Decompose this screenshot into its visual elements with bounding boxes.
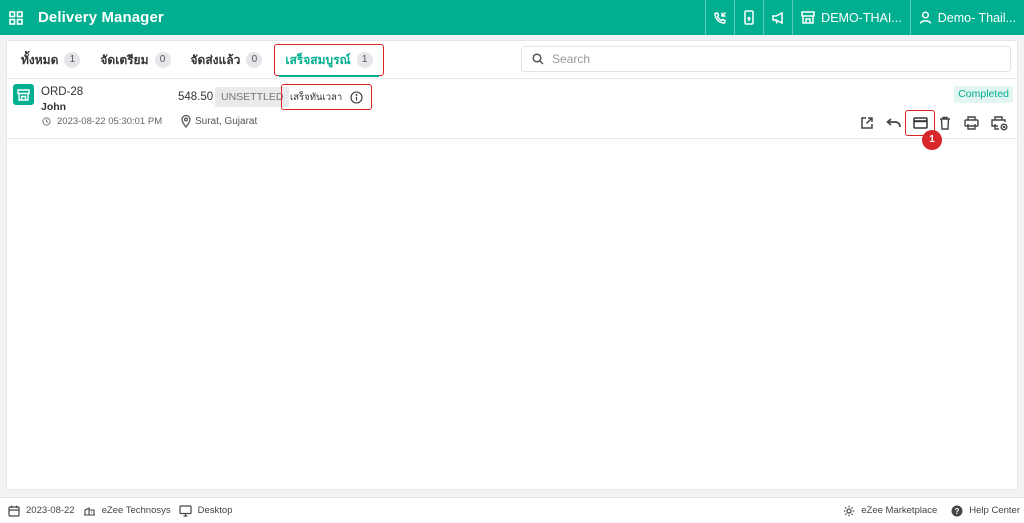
order-id: ORD-28 [41,86,84,98]
tab-label: จัดส่งแล้ว [190,52,241,67]
user-icon [919,11,931,24]
order-row[interactable]: ORD-28 John 2023-08-22 05:30:01 PM 548.5… [7,79,1017,150]
gear-icon [844,505,855,516]
property-selector[interactable]: DEMO-THAI... [792,0,910,35]
orders-panel: ทั้งหมด 1 จัดเตรียม 0 จัดส่งแล้ว 0 เสร็จ… [6,40,1018,490]
mobile-order-button[interactable] [734,0,763,35]
tab-count: 1 [356,52,373,68]
user-menu[interactable]: Demo- Thail... [909,0,1024,35]
desktop-icon [179,504,192,517]
footer-date: 2023-08-22 [8,505,75,517]
apps-grid-icon[interactable] [0,0,32,35]
mobile-order-icon [744,10,754,25]
footer-date-text: 2023-08-22 [26,505,75,516]
help-center-text: Help Center [969,505,1020,516]
phone-call-button[interactable] [705,0,734,35]
user-label: Demo- Thail... [937,10,1016,25]
card-icon [912,117,928,129]
print-settings-button[interactable] [989,113,1009,133]
footer-company: eZee Technosys [83,505,171,516]
search-input[interactable] [552,52,992,66]
delivery-status-text: เสร็จทันเวลา [290,91,343,103]
search-icon [532,53,544,65]
announcement-button[interactable] [763,0,792,35]
order-timestamp: 2023-08-22 05:30:01 PM [42,116,162,127]
status-footer: 2023-08-22 eZee Technosys Desktop eZee M… [0,497,1024,523]
tab-count: 0 [246,52,263,68]
order-location: Surat, Gujarat [181,115,257,128]
megaphone-icon [771,11,783,24]
svg-text:?: ? [955,507,960,516]
order-status-badge: Completed [954,86,1013,103]
marketplace-text: eZee Marketplace [861,505,938,516]
tab-label: ทั้งหมด [21,52,59,67]
footer-device-text: Desktop [197,505,233,516]
footer-device: Desktop [179,504,233,517]
search-box [521,46,1011,72]
tab-dispatched[interactable]: จัดส่งแล้ว 0 [185,44,269,76]
tab-all[interactable]: ทั้งหมด 1 [15,44,86,76]
status-tabs: ทั้งหมด 1 จัดเตรียม 0 จัดส่งแล้ว 0 เสร็จ… [7,41,384,79]
step-badge: 1 [922,130,942,150]
undo-button[interactable] [884,113,904,133]
open-order-button[interactable] [857,113,877,133]
print-button[interactable] [961,113,981,133]
company-icon [83,507,95,516]
tab-count: 1 [64,52,81,68]
tab-label: จัดเตรียม [100,52,149,67]
top-bar: Delivery Manager DEMO-THAI... Demo- Thai… [0,0,1024,35]
tab-preparing[interactable]: จัดเตรียม 0 [94,44,176,76]
property-label: DEMO-THAI... [821,10,902,25]
undo-icon [886,118,901,128]
store-icon [801,11,815,24]
tab-label: เสร็จสมบูรณ์ [285,52,351,67]
timestamp-text: 2023-08-22 05:30:01 PM [57,116,163,127]
tab-completed[interactable]: เสร็จสมบูรณ์ 1 [274,44,384,77]
trash-icon [940,116,950,130]
delivery-status: เสร็จทันเวลา [281,84,373,110]
tab-count: 0 [154,52,171,68]
print-icon [963,116,979,130]
print-settings-icon [990,115,1007,130]
store-icon [13,84,34,105]
clock-icon [42,117,51,126]
calendar-icon [8,505,20,517]
marketplace-link[interactable]: eZee Marketplace [843,505,937,517]
info-icon[interactable] [350,90,363,104]
footer-company-text: eZee Technosys [101,505,171,516]
phone-call-icon [714,11,727,24]
help-icon: ? [951,505,963,516]
location-pin-icon [181,115,191,128]
help-center-link[interactable]: ? Help Center [951,505,1020,517]
location-text: Surat, Gujarat [195,116,258,127]
order-amount: 548.50 [178,91,214,103]
customer-name: John [41,101,67,113]
delete-button[interactable] [935,113,955,133]
payment-status-badge: UNSETTLED [215,87,290,107]
open-external-icon [861,117,873,129]
app-title: Delivery Manager [38,9,164,26]
